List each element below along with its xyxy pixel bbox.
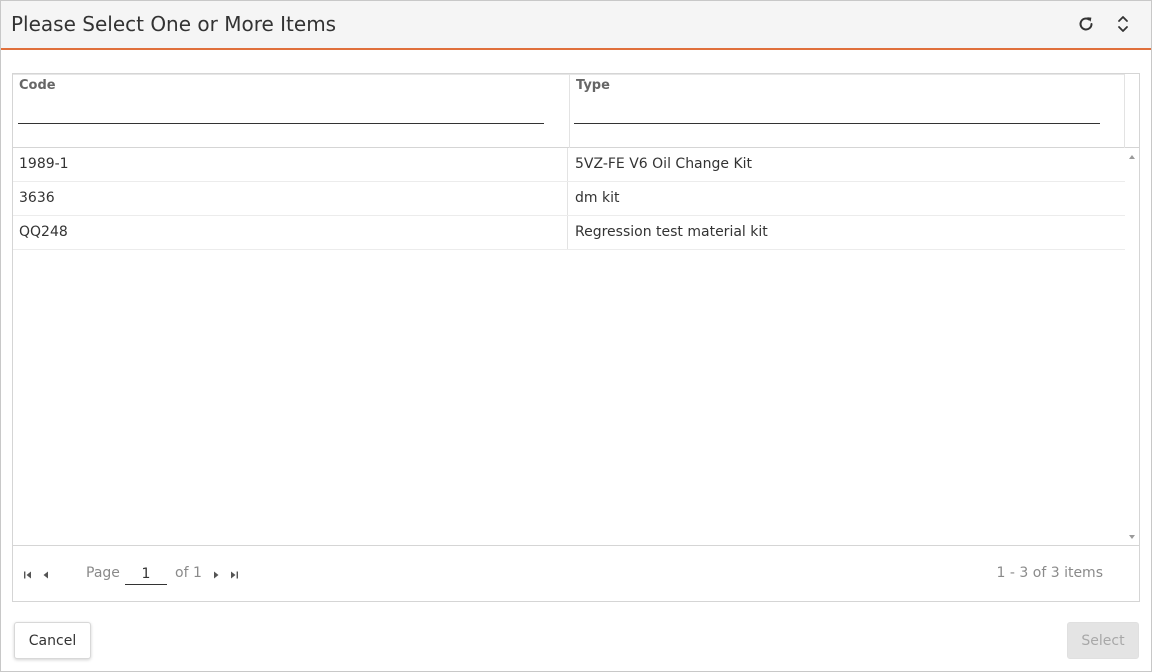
column-header-code[interactable]: Code — [13, 74, 569, 147]
first-page-icon — [23, 565, 33, 584]
cell-code: 3636 — [13, 182, 568, 215]
previous-page-button[interactable] — [39, 567, 53, 581]
next-page-icon — [211, 565, 221, 584]
page-label: Page — [86, 565, 120, 581]
last-page-button[interactable] — [227, 567, 241, 581]
cell-type: dm kit — [575, 190, 620, 206]
dialog-title: Please Select One or More Items — [11, 12, 337, 36]
header-scroll-divider — [1124, 74, 1125, 148]
table-row[interactable]: 3636 dm kit — [13, 182, 1125, 216]
type-filter-input[interactable] — [574, 102, 1100, 124]
last-page-icon — [229, 565, 239, 584]
column-label-type: Type — [576, 78, 610, 93]
next-page-button[interactable] — [209, 567, 223, 581]
code-filter-input[interactable] — [18, 102, 544, 124]
column-header-type[interactable]: Type — [570, 74, 1125, 147]
first-page-button[interactable] — [21, 567, 35, 581]
table-row[interactable]: QQ248 Regression test material kit — [13, 216, 1125, 250]
page-number-input[interactable] — [125, 563, 167, 585]
select-button[interactable]: Select — [1067, 622, 1139, 659]
cell-code: 1989-1 — [13, 148, 568, 181]
column-label-code: Code — [19, 78, 56, 93]
cancel-button[interactable]: Cancel — [14, 622, 91, 659]
grid-header: Code Type — [13, 74, 1139, 148]
dialog-titlebar: Please Select One or More Items — [1, 1, 1151, 50]
expand-collapse-icon — [1116, 13, 1130, 35]
scroll-down-arrow-icon[interactable] — [1128, 533, 1136, 541]
cell-type: Regression test material kit — [575, 224, 768, 240]
scroll-up-arrow-icon[interactable] — [1128, 153, 1136, 161]
previous-page-icon — [41, 565, 51, 584]
refresh-icon — [1076, 14, 1096, 34]
refresh-button[interactable] — [1074, 11, 1098, 37]
cell-code: QQ248 — [13, 216, 568, 249]
pager-summary: 1 - 3 of 3 items — [996, 565, 1103, 581]
grid-body: 1989-1 5VZ-FE V6 Oil Change Kit 3636 dm … — [13, 148, 1125, 545]
table-row[interactable]: 1989-1 5VZ-FE V6 Oil Change Kit — [13, 148, 1125, 182]
page-total-label: of 1 — [175, 565, 202, 581]
expand-collapse-button[interactable] — [1111, 11, 1135, 37]
grid-pager: Page of 1 1 - 3 of 3 items — [13, 545, 1139, 601]
cell-type: 5VZ-FE V6 Oil Change Kit — [575, 156, 753, 172]
items-grid: Code Type 1989-1 5VZ-FE V6 Oil Change Ki… — [12, 73, 1140, 602]
selection-dialog: Please Select One or More Items Code Typ… — [0, 0, 1152, 672]
vertical-scrollbar[interactable] — [1125, 148, 1139, 545]
